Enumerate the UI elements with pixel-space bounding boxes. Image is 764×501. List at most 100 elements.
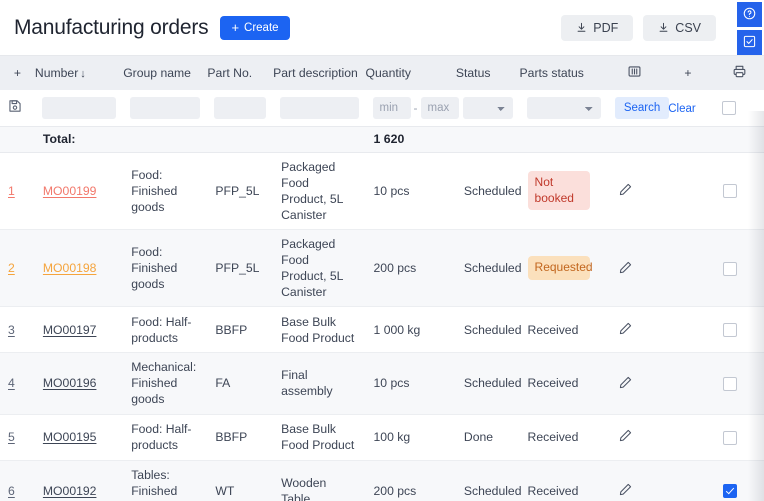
filter-quantity-min-input[interactable] (373, 97, 411, 119)
row-select-cell (715, 353, 764, 414)
row-spacer-cell (661, 460, 714, 501)
col-header-quantity[interactable]: Quantity (366, 56, 456, 90)
row-part-description: Base Bulk Food Product (273, 307, 365, 353)
col-header-group-name[interactable]: Group name (123, 56, 207, 90)
filter-save-cell (0, 90, 35, 126)
filter-parts-status-select[interactable] (527, 97, 601, 119)
order-number-link[interactable]: MO00198 (43, 261, 97, 275)
pencil-icon[interactable] (616, 180, 635, 199)
col-header-part-description[interactable]: Part description (273, 56, 365, 90)
row-status: Scheduled (456, 307, 520, 353)
tasks-button[interactable] (737, 30, 762, 55)
filter-part-no-input[interactable] (214, 97, 266, 119)
export-pdf-label: PDF (593, 21, 618, 35)
table-row[interactable]: 1MO00199Food: Finished goodsPFP_5LPackag… (0, 152, 764, 229)
row-part-no: PFP_5L (207, 152, 273, 229)
order-number-link[interactable]: MO00195 (43, 430, 97, 444)
save-filter-icon[interactable] (7, 98, 23, 114)
row-parts-status: Received (520, 460, 608, 501)
col-header-part-no[interactable]: Part No. (207, 56, 273, 90)
col-label-group-name: Group name (123, 66, 191, 80)
filter-clear-cell: Clear (661, 90, 714, 126)
col-header-number[interactable]: Number↓ (35, 56, 123, 90)
filter-status-select[interactable] (463, 97, 513, 119)
col-header-add-row[interactable]: + (0, 56, 35, 90)
row-index-link[interactable]: 1 (8, 184, 15, 198)
row-spacer-cell (661, 152, 714, 229)
create-button[interactable]: + Create (220, 16, 289, 40)
row-select-cell (715, 460, 764, 501)
row-checkbox[interactable] (723, 323, 737, 337)
export-csv-button[interactable]: CSV (643, 15, 716, 41)
row-status: Scheduled (456, 229, 520, 306)
row-checkbox[interactable] (723, 484, 737, 498)
col-header-status[interactable]: Status (456, 56, 520, 90)
row-index-cell: 5 (0, 414, 35, 460)
total-empty-group (123, 126, 207, 152)
table-row[interactable]: 3MO00197Food: Half-productsBBFPBase Bulk… (0, 307, 764, 353)
page-title: Manufacturing orders (14, 16, 208, 40)
pencil-icon[interactable] (616, 319, 635, 338)
table-row[interactable]: 2MO00198Food: Finished goodsPFP_5LPackag… (0, 229, 764, 306)
row-quantity: 200 pcs (366, 460, 456, 501)
filter-quantity-cell: - (366, 90, 456, 126)
filter-part-description-cell (273, 90, 365, 126)
col-header-add-column[interactable]: + (661, 56, 714, 90)
row-checkbox[interactable] (723, 377, 737, 391)
row-edit-cell (608, 460, 661, 501)
row-spacer-cell (661, 414, 714, 460)
total-spacer-cell (0, 126, 35, 152)
table-row[interactable]: 4MO00196Mechanical: Finished goodsFAFina… (0, 353, 764, 414)
total-label-cell: Total: (35, 126, 123, 152)
search-button[interactable]: Search (615, 97, 669, 119)
table-row[interactable]: 5MO00195Food: Half-productsBBFPBase Bulk… (0, 414, 764, 460)
filter-select-all-cell (715, 90, 764, 126)
filter-group-name-input[interactable] (130, 97, 200, 119)
sort-descending-icon: ↓ (80, 68, 86, 80)
order-number-link[interactable]: MO00197 (43, 323, 97, 337)
order-number-link[interactable]: MO00192 (43, 484, 97, 498)
total-empty-desc (273, 126, 365, 152)
order-number-link[interactable]: MO00196 (43, 376, 97, 390)
row-edit-cell (608, 307, 661, 353)
page-header: Manufacturing orders + Create PDF (0, 0, 764, 55)
row-number-cell: MO00195 (35, 414, 123, 460)
printer-icon (732, 68, 747, 82)
row-select-cell (715, 229, 764, 306)
row-checkbox[interactable] (723, 262, 737, 276)
parts-status-text: Received (528, 430, 579, 444)
table-row[interactable]: 6MO00192Tables: Finished goodsWTWooden T… (0, 460, 764, 501)
pencil-icon[interactable] (616, 258, 635, 277)
row-checkbox[interactable] (723, 431, 737, 445)
row-group-name: Food: Half-products (123, 307, 207, 353)
col-header-print[interactable] (715, 56, 764, 90)
row-parts-status: Received (520, 353, 608, 414)
col-header-columns-settings[interactable] (608, 56, 661, 90)
row-index-cell: 2 (0, 229, 35, 306)
row-spacer-cell (661, 353, 714, 414)
clear-filters-link[interactable]: Clear (668, 103, 695, 115)
help-button[interactable] (737, 2, 762, 27)
filter-quantity-max-input[interactable] (421, 97, 459, 119)
filter-number-cell (35, 90, 123, 126)
parts-status-text: Received (528, 484, 579, 498)
download-icon (576, 22, 587, 33)
select-all-checkbox[interactable] (722, 101, 736, 115)
pencil-icon[interactable] (616, 373, 635, 392)
parts-status-text: Received (528, 376, 579, 390)
filter-part-description-input[interactable] (280, 97, 358, 119)
row-index-link[interactable]: 3 (8, 323, 15, 337)
row-index-link[interactable]: 4 (8, 376, 15, 390)
col-header-parts-status[interactable]: Parts status (520, 56, 608, 90)
export-pdf-button[interactable]: PDF (561, 15, 633, 41)
row-index-link[interactable]: 2 (8, 261, 15, 275)
row-group-name: Tables: Finished goods (123, 460, 207, 501)
filter-search-cell: Search (608, 90, 661, 126)
filter-number-input[interactable] (42, 97, 116, 119)
row-index-link[interactable]: 6 (8, 484, 15, 498)
pencil-icon[interactable] (616, 480, 635, 499)
order-number-link[interactable]: MO00199 (43, 184, 97, 198)
row-checkbox[interactable] (723, 184, 737, 198)
row-index-link[interactable]: 5 (8, 430, 15, 444)
pencil-icon[interactable] (616, 426, 635, 445)
